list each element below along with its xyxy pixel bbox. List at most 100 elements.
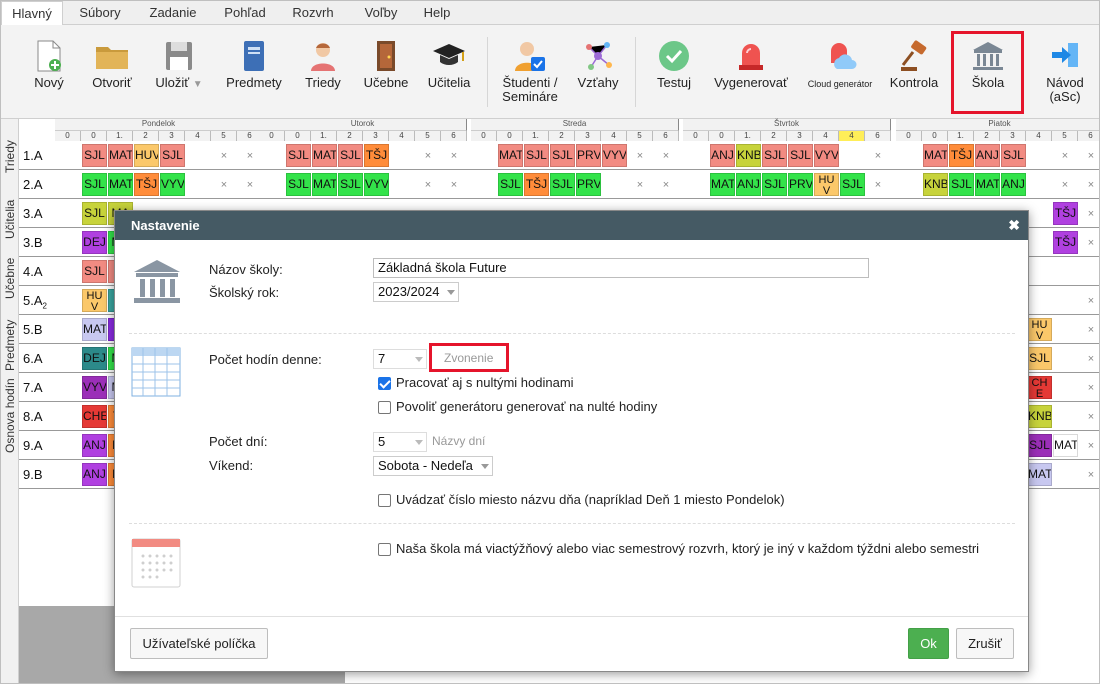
lesson-card[interactable]: SJL [1001, 144, 1026, 167]
lesson-card[interactable]: ANJ [736, 173, 761, 196]
lesson-card[interactable]: SJL [840, 173, 865, 196]
lesson-card[interactable]: PRV [576, 144, 601, 167]
lesson-card[interactable]: TŠJ [1053, 202, 1078, 225]
lesson-card[interactable]: VYV [814, 144, 839, 167]
tab-zadanie[interactable]: Zadanie [139, 1, 207, 25]
lesson-card[interactable]: CH E [1027, 376, 1052, 399]
lesson-card[interactable]: TŠJ [949, 144, 974, 167]
left-tab-ucebne[interactable]: Učebne [3, 258, 17, 299]
lesson-card[interactable]: MAT [975, 173, 1000, 196]
lesson-card[interactable]: MAT [710, 173, 735, 196]
lesson-card[interactable]: SJL [762, 173, 787, 196]
lesson-card[interactable]: DEJ [82, 347, 107, 370]
check-button[interactable]: Kontrola [885, 25, 943, 119]
lesson-card[interactable]: MAT [312, 144, 337, 167]
weekend-select[interactable]: Sobota - Nedeľa [373, 456, 493, 476]
generate-button[interactable]: Vygenerovať [709, 25, 793, 119]
multiweek-checkbox[interactable] [378, 543, 391, 556]
cloud-generator-button[interactable]: Cloud generátor [801, 25, 879, 119]
school-name-input[interactable]: Základná škola Future [373, 258, 869, 278]
lesson-card[interactable]: SJL [338, 173, 363, 196]
lessons-per-day-select[interactable]: 7 [373, 349, 427, 369]
lesson-card[interactable]: TŠJ [364, 144, 389, 167]
lesson-card[interactable]: SJL [160, 144, 185, 167]
test-button[interactable]: Testuj [647, 25, 701, 119]
lesson-card[interactable]: SJL [82, 144, 107, 167]
lesson-card[interactable]: SJL [1027, 347, 1052, 370]
lesson-card[interactable]: MAT [923, 144, 948, 167]
class-row-label[interactable]: 1.A [19, 141, 55, 170]
tab-subory[interactable]: Súbory [69, 1, 131, 25]
lesson-card[interactable]: VYV [82, 376, 107, 399]
class-row-label[interactable]: 4.A [19, 257, 55, 286]
lesson-card[interactable]: VYV [364, 173, 389, 196]
relations-button[interactable]: Vzťahy [571, 25, 625, 119]
day-names-link[interactable]: Názvy dní [432, 434, 485, 448]
lesson-card[interactable]: ANJ [975, 144, 1000, 167]
lesson-card[interactable]: HUV [134, 144, 159, 167]
tab-help[interactable]: Help [415, 1, 459, 25]
left-tab-ucitelia[interactable]: Učitelia [3, 200, 17, 239]
subjects-button[interactable]: Predmety [223, 25, 285, 119]
class-row-label[interactable]: 9.B [19, 460, 55, 489]
custom-fields-button[interactable]: Užívateľské políčka [130, 628, 268, 659]
teachers-button[interactable]: Učitelia [421, 25, 477, 119]
guide-button[interactable]: Návod (aSc) [1035, 25, 1095, 119]
class-row-label[interactable]: 3.A [19, 199, 55, 228]
lesson-card[interactable]: SJL [286, 173, 311, 196]
lesson-card[interactable]: SJL [286, 144, 311, 167]
new-button[interactable]: Nový [23, 25, 75, 119]
lesson-card[interactable]: DEJ [82, 231, 107, 254]
lesson-card[interactable]: SJL [498, 173, 523, 196]
lesson-card[interactable]: TŠJ [1053, 231, 1078, 254]
lesson-card[interactable]: ANJ [1001, 173, 1026, 196]
left-tab-predmety[interactable]: Predmety [3, 320, 17, 371]
use-number-checkbox[interactable] [378, 494, 391, 507]
class-row-label[interactable]: 9.A [19, 431, 55, 460]
lesson-card[interactable]: SJL [82, 202, 107, 225]
class-row-label[interactable]: 6.A [19, 344, 55, 373]
lesson-card[interactable]: TŠJ [134, 173, 159, 196]
lesson-card[interactable]: SJL [524, 144, 549, 167]
tab-pohlad[interactable]: Pohľad [213, 1, 277, 25]
open-button[interactable]: Otvoriť [85, 25, 139, 119]
lesson-card[interactable]: ANJ [82, 434, 107, 457]
lesson-card[interactable]: SJL [82, 173, 107, 196]
lesson-card[interactable]: MAT [312, 173, 337, 196]
days-count-select[interactable]: 5 [373, 432, 427, 452]
tab-rozvrh[interactable]: Rozvrh [285, 1, 341, 25]
lesson-card[interactable]: MAT [82, 318, 107, 341]
lesson-card[interactable]: KNB [736, 144, 761, 167]
class-row-label[interactable]: 3.B [19, 228, 55, 257]
school-year-select[interactable]: 2023/2024 [373, 282, 459, 302]
lesson-card[interactable]: SJL [550, 144, 575, 167]
class-row-label[interactable]: 7.A [19, 373, 55, 402]
lesson-card[interactable]: MAT [1053, 434, 1078, 457]
class-row-label[interactable]: 2.A [19, 170, 55, 199]
lesson-card[interactable]: MAT [108, 173, 133, 196]
close-icon[interactable]: ✖ [1008, 211, 1020, 240]
save-button[interactable]: Uložiť ▼ [149, 25, 209, 119]
lesson-card[interactable]: VYV [602, 144, 627, 167]
class-row-label[interactable]: 5.B [19, 315, 55, 344]
lesson-card[interactable]: SJL [550, 173, 575, 196]
classrooms-button[interactable]: Učebne [359, 25, 413, 119]
lesson-card[interactable]: ANJ [82, 463, 107, 486]
lesson-card[interactable]: HU V [1027, 318, 1052, 341]
lesson-card[interactable]: PRV [788, 173, 813, 196]
chevron-down-icon[interactable]: ▼ [193, 79, 203, 90]
lesson-card[interactable]: MAT [498, 144, 523, 167]
lesson-card[interactable]: TŠJ [524, 173, 549, 196]
ok-button[interactable]: Ok [908, 628, 949, 659]
lesson-card[interactable]: CHE [82, 405, 107, 428]
class-row-label[interactable]: 8.A [19, 402, 55, 431]
lesson-card[interactable]: HU V [814, 173, 839, 196]
lesson-card[interactable]: SJL [338, 144, 363, 167]
lesson-card[interactable]: SJL [762, 144, 787, 167]
tab-volby[interactable]: Voľby [355, 1, 407, 25]
students-seminars-button[interactable]: Študenti / Semináre [495, 25, 565, 119]
lesson-card[interactable]: KNB [1027, 405, 1052, 428]
cancel-button[interactable]: Zrušiť [956, 628, 1014, 659]
class-row-label[interactable]: 5.A2 [19, 286, 55, 315]
lesson-card[interactable]: MAT [108, 144, 133, 167]
